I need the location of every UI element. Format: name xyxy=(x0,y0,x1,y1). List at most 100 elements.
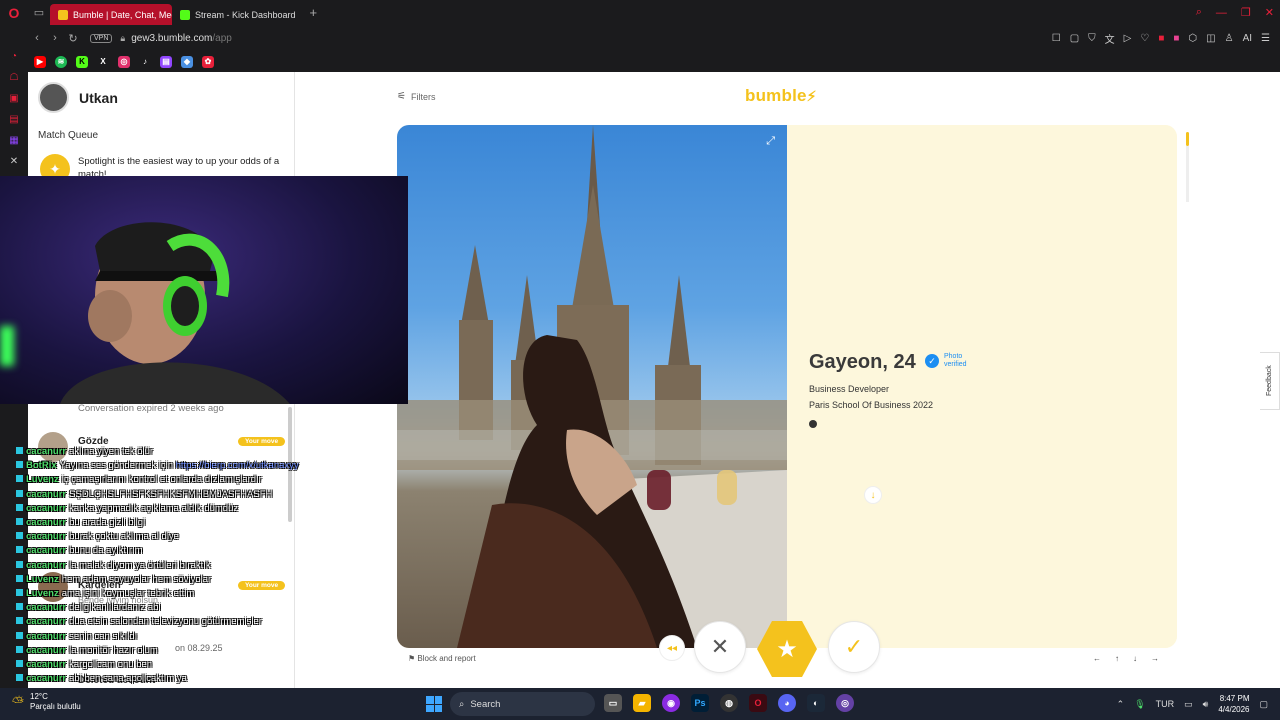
tiktok-icon[interactable]: ♪ xyxy=(139,56,151,68)
block-and-report-link[interactable]: ⚑ Block and report xyxy=(408,654,476,663)
expand-icon[interactable]: ⤢ xyxy=(766,135,775,148)
reload-icon[interactable]: ↻ xyxy=(64,32,82,45)
start-icon[interactable] xyxy=(426,696,442,712)
streamer-figure xyxy=(60,222,290,404)
microphone-icon[interactable]: 🎙︎ xyxy=(1134,699,1145,710)
rewind-button[interactable]: ◂◂ xyxy=(659,635,685,661)
chat-username: BotRix xyxy=(26,460,57,472)
spotlight-text[interactable]: Spotlight is the easiest way to up your … xyxy=(78,155,288,177)
chat-message: cacanurr dua etsin salondan televizyonu g… xyxy=(16,616,262,628)
twitch-icon[interactable]: ▦ xyxy=(9,135,18,146)
kick-icon[interactable]: K xyxy=(76,55,88,68)
like-button[interactable]: ✓ xyxy=(828,621,880,673)
language-indicator[interactable]: TUR xyxy=(1156,699,1175,709)
workspaces-icon[interactable]: ▭ xyxy=(28,6,50,19)
shield-icon[interactable]: ⛉ xyxy=(1088,33,1096,44)
chat-link[interactable]: https://bierp.com/x/utkanaxyy xyxy=(176,460,299,471)
chat-badge-icon xyxy=(16,489,23,497)
ai-button[interactable]: AI xyxy=(1243,33,1252,44)
chat-message: Luvenz iç çamaşırlarını kontrol et onlard… xyxy=(16,474,262,486)
account-icon[interactable]: ♙ xyxy=(1225,33,1234,44)
play-icon[interactable]: ▷ xyxy=(1124,33,1132,44)
youtube-icon[interactable]: ▶ xyxy=(34,55,46,68)
puzzle-icon[interactable]: ⬡ xyxy=(1188,33,1197,44)
bookmark-icon[interactable]: ☐ xyxy=(1052,33,1061,44)
feedback-tab[interactable]: Feedback xyxy=(1260,352,1280,410)
app-icon[interactable]: ◉ xyxy=(662,694,680,712)
twitch-bookmark-icon[interactable]: ▤ xyxy=(160,55,172,68)
x-icon[interactable]: ✕ xyxy=(10,156,18,167)
tab-bar: O ▭ Bumble | Date, Chat, Meet Stream - K… xyxy=(0,0,1280,25)
vpn-badge[interactable]: VPN xyxy=(90,33,113,43)
chrome-icon[interactable]: ◍ xyxy=(720,694,738,712)
file-explorer-icon[interactable]: ▰ xyxy=(633,694,651,712)
snapshot-icon[interactable]: ▢ xyxy=(1070,33,1079,44)
url-field[interactable]: gew3.bumble.com/app xyxy=(131,33,232,44)
weather-widget[interactable]: ⛅︎ 12°C Parçalı bulutlu xyxy=(12,692,81,712)
chat-username: cacanurr xyxy=(26,630,67,642)
obs-icon[interactable]: ◎ xyxy=(836,694,854,712)
clock[interactable]: 8:47 PM 4/4/2026 xyxy=(1218,693,1249,715)
forward-icon[interactable]: › xyxy=(46,32,64,44)
taskbar-search[interactable]: ⌕ Search xyxy=(450,692,595,716)
chat-badge-icon xyxy=(16,645,23,653)
chat-badge-icon xyxy=(16,660,23,667)
messenger-icon[interactable]: ▣ xyxy=(9,93,18,104)
weather-condition: Parçalı bulutlu xyxy=(30,702,81,711)
instagram-icon[interactable]: ◎ xyxy=(118,55,130,68)
filters-button[interactable]: ⚟ Filters xyxy=(397,91,435,102)
card-scroll-track[interactable] xyxy=(1186,146,1189,202)
x-twitter-icon[interactable]: X xyxy=(97,56,109,68)
chat-text: iç çamaşırlarını kontrol et onlarda dızl… xyxy=(61,474,262,486)
history-icon[interactable]: ◔ xyxy=(11,51,17,62)
tab-label: Stream - Kick Dashboard xyxy=(195,9,296,20)
minimize-icon[interactable]: — xyxy=(1216,7,1227,19)
chat-username: cacanurr xyxy=(26,644,67,656)
user-profile[interactable]: Utkan xyxy=(38,82,118,113)
card-scroll-thumb[interactable] xyxy=(1186,132,1189,146)
chat-badge-icon xyxy=(16,461,23,469)
app-bookmark-icon[interactable]: ◆ xyxy=(181,55,193,68)
chat-username: cacanurr xyxy=(26,673,67,685)
scroll-down-icon[interactable]: ↓ xyxy=(864,486,882,504)
left-arrow-icon[interactable]: ← xyxy=(1093,654,1101,663)
tab-bumble[interactable]: Bumble | Date, Chat, Meet xyxy=(50,4,172,25)
profile-school: Paris School Of Business 2022 xyxy=(809,400,934,410)
menu-icon[interactable]: ☰ xyxy=(1261,33,1270,44)
search-icon[interactable]: ⌕ xyxy=(1196,6,1202,19)
close-icon[interactable]: ✕ xyxy=(1265,6,1274,19)
adblock-icon[interactable]: ■ xyxy=(1158,33,1164,44)
back-icon[interactable]: ‹ xyxy=(28,32,46,44)
url-path: /app xyxy=(212,32,232,44)
monitor-icon[interactable]: ▭ xyxy=(1184,699,1193,710)
heart-icon[interactable]: ♡ xyxy=(1140,33,1149,44)
bumble-logo[interactable]: bumble⚡︎ xyxy=(745,86,817,106)
discord-icon[interactable]: ◕ xyxy=(778,694,796,712)
volume-icon[interactable]: 🔊︎ xyxy=(1203,699,1209,710)
chat-text: aklına yiyen tek ölür xyxy=(69,446,154,457)
spotify-icon[interactable]: ≋ xyxy=(55,55,67,68)
avatar[interactable] xyxy=(38,82,69,113)
down-arrow-icon[interactable]: ↓ xyxy=(1133,654,1137,663)
other-bookmark-icon[interactable]: ✿ xyxy=(202,55,214,68)
wallet-icon[interactable]: ◫ xyxy=(1206,33,1215,44)
extension-icon[interactable]: ■ xyxy=(1173,33,1179,44)
up-arrow-icon[interactable]: ↑ xyxy=(1115,654,1119,663)
steam-icon[interactable]: ◐ xyxy=(807,694,825,712)
translate-icon[interactable]: 文 xyxy=(1105,31,1115,46)
opera-logo-icon[interactable]: O xyxy=(0,0,28,25)
chevron-up-icon[interactable]: ⌃ xyxy=(1117,699,1125,710)
photoshop-icon[interactable]: Ps xyxy=(691,694,709,712)
task-view-icon[interactable]: ▭ xyxy=(604,694,622,712)
opera-gx-icon[interactable]: O xyxy=(749,694,767,712)
mail-icon[interactable]: ▤ xyxy=(9,114,18,125)
pass-button[interactable]: ✕ xyxy=(694,621,746,673)
right-arrow-icon[interactable]: → xyxy=(1151,654,1159,663)
tab-kick[interactable]: Stream - Kick Dashboard xyxy=(172,4,304,25)
maximize-icon[interactable]: ❐ xyxy=(1241,6,1251,19)
chat-text: kargolicam onu ben xyxy=(69,659,153,670)
new-tab-icon[interactable]: + xyxy=(310,5,318,20)
aria-icon[interactable]: ☖ xyxy=(10,72,19,83)
notification-icon[interactable]: ▢ xyxy=(1259,699,1268,710)
profile-photo[interactable]: ⤢ xyxy=(397,125,787,648)
